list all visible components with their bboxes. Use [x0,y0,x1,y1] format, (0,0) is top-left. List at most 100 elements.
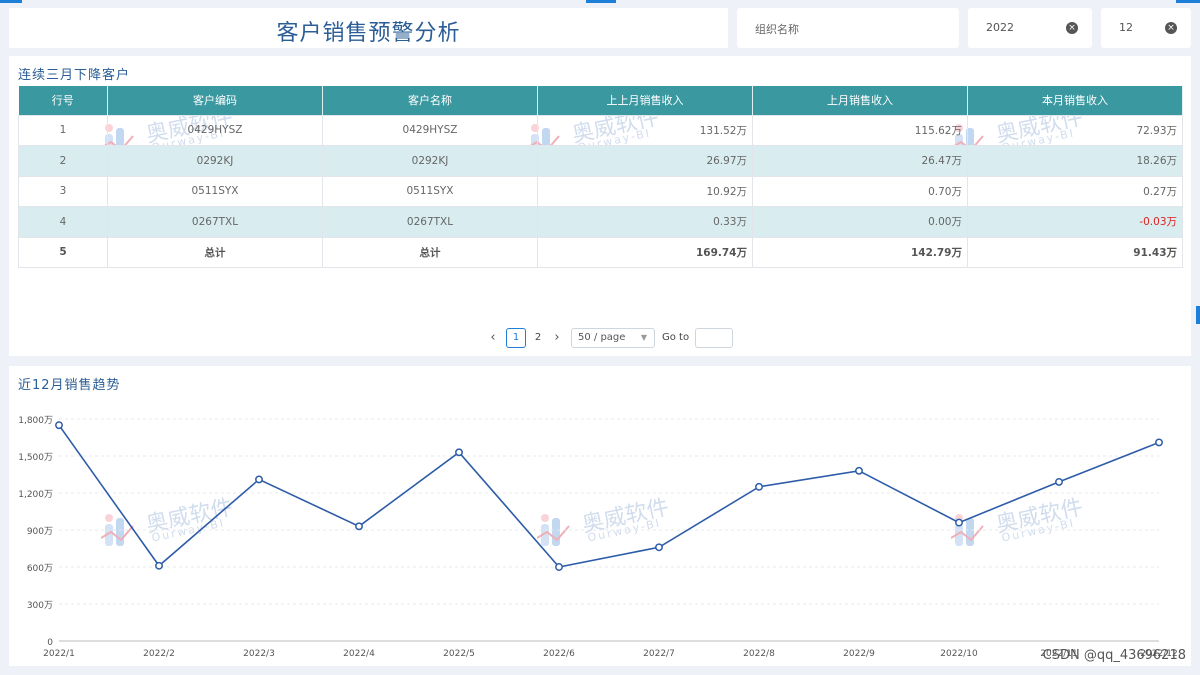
scroll-indicator[interactable] [1196,306,1200,324]
page-1-button[interactable]: 1 [506,328,526,348]
data-point [355,522,363,531]
column-header-revenue-two-months-ago[interactable]: 上上月销售收入 [537,86,753,115]
cell-revenue-last-month: 0.00万 [752,206,968,238]
x-tick-label: 2022/4 [343,649,375,659]
column-header-customer-name[interactable]: 客户名称 [322,86,538,115]
x-tick-label: 2022/9 [843,649,875,659]
data-point [1055,477,1063,486]
data-point [155,561,163,570]
cell-customer-code: 0511SYX [107,175,323,207]
cell-revenue-two-months-ago: 131.52万 [537,114,753,146]
top-accent-center [586,0,616,3]
prev-page-icon[interactable]: ‹ [487,328,499,348]
y-tick-label: 1,200万 [18,490,53,500]
goto-page-input[interactable] [695,328,733,348]
cell-revenue-last-month: 0.70万 [752,175,968,207]
table-section-title: 连续三月下降客户 [18,68,131,83]
cell-customer-name: 总计 [322,236,538,268]
y-tick-label: 900万 [27,527,53,537]
data-point [755,482,763,491]
top-accent-right [1176,0,1200,3]
cell-row-no: 3 [18,175,108,207]
cell-row-no: 2 [18,145,108,177]
cell-revenue-this-month: -0.03万 [967,206,1183,238]
cell-customer-code: 0267TXL [107,206,323,238]
cell-customer-code: 0429HYSZ [107,114,323,146]
column-header-customer-code[interactable]: 客户编码 [107,86,323,115]
y-tick-label: 1,500万 [18,453,53,463]
clear-month-icon[interactable]: × [1165,22,1177,34]
cell-customer-name: 0511SYX [322,175,538,207]
cell-revenue-two-months-ago: 26.97万 [537,145,753,177]
column-header-revenue-this-month[interactable]: 本月销售收入 [967,86,1183,115]
data-point [855,466,863,475]
cell-revenue-last-month: 115.62万 [752,114,968,146]
cell-revenue-this-month: 18.26万 [967,145,1183,177]
table-row[interactable]: 2 0292KJ 0292KJ 26.97万 26.47万 18.26万 [18,145,1183,177]
sales-trend-panel: 近12月销售趋势 奥威软件 Ourway-BI 奥威软件 Ourway-BI 奥… [9,366,1191,666]
x-tick-label: 2022/7 [643,649,675,659]
x-tick-label: 2022/6 [543,649,575,659]
column-header-row-no[interactable]: 行号 [18,86,108,115]
cell-revenue-two-months-ago: 169.74万 [537,236,753,268]
cell-row-no: 1 [18,114,108,146]
data-point [455,448,463,457]
month-select[interactable]: 12 × [1101,8,1191,48]
x-tick-label: 2022/10 [940,649,978,659]
cell-customer-code: 0292KJ [107,145,323,177]
y-tick-label: 300万 [27,601,53,611]
top-accent-left [0,0,22,3]
year-value: 2022 [986,21,1014,34]
cell-revenue-two-months-ago: 0.33万 [537,206,753,238]
org-name-select[interactable]: 组织名称 [737,8,959,48]
y-tick-label: 600万 [27,564,53,574]
cell-customer-code: 总计 [107,236,323,268]
data-point [655,543,663,552]
year-select[interactable]: 2022 × [968,8,1092,48]
cell-revenue-two-months-ago: 10.92万 [537,175,753,207]
cell-customer-name: 0292KJ [322,145,538,177]
x-tick-label: 2022/5 [443,649,475,659]
x-tick-label: 2022/8 [743,649,775,659]
x-tick-label: 2022/3 [243,649,275,659]
data-point [1155,438,1163,447]
cell-row-no: 5 [18,236,108,268]
cell-customer-name: 0429HYSZ [322,114,538,146]
x-tick-label: 2022/2 [143,649,175,659]
table-row[interactable]: 1 0429HYSZ 0429HYSZ 131.52万 115.62万 72.9… [18,114,1183,146]
cell-revenue-this-month: 91.43万 [967,236,1183,268]
column-header-revenue-last-month[interactable]: 上月销售收入 [752,86,968,115]
table-total-row[interactable]: 5 总计 总计 169.74万 142.79万 91.43万 [18,236,1183,268]
cell-revenue-this-month: 0.27万 [967,175,1183,207]
org-name-placeholder: 组织名称 [755,23,799,36]
data-point [555,563,563,571]
clear-year-icon[interactable]: × [1066,22,1078,34]
page-2-button[interactable]: 2 [531,328,545,348]
title-card: 客户销售预警分析 [9,8,728,48]
cell-revenue-this-month: 72.93万 [967,114,1183,146]
customers-table: 行号 客户编码 客户名称 上上月销售收入 上月销售收入 本月销售收入 1 042… [18,86,1183,268]
table-header-row: 行号 客户编码 客户名称 上上月销售收入 上月销售收入 本月销售收入 [18,86,1183,115]
x-tick-label: 2022/1 [43,649,75,659]
month-value: 12 [1119,21,1133,34]
cell-revenue-last-month: 142.79万 [752,236,968,268]
y-tick-label: 1,800万 [18,416,53,426]
page-size-select[interactable]: 50 / page ▼ [571,328,655,348]
series-line [58,424,1160,568]
data-point [955,518,963,527]
cell-customer-name: 0267TXL [322,206,538,238]
chevron-down-icon: ▼ [640,333,647,342]
page-title: 客户销售预警分析 [276,21,461,46]
data-point [55,421,63,430]
data-point [255,475,263,484]
cell-revenue-last-month: 26.47万 [752,145,968,177]
next-page-icon[interactable]: › [551,328,563,348]
cell-row-no: 4 [18,206,108,238]
goto-label: Go to [662,332,690,343]
table-row[interactable]: 3 0511SYX 0511SYX 10.92万 0.70万 0.27万 [18,175,1183,207]
page-size-value: 50 / page [578,332,626,343]
y-tick-label: 0 [47,638,53,648]
sales-trend-chart: 0 300万 600万 900万 1,200万 1,500万 1,800万 2022/1 202… [18,416,1177,659]
table-row[interactable]: 4 0267TXL 0267TXL 0.33万 0.00万 -0.03万 [18,206,1183,238]
credit-text: CSDN @qq_43696218 [1042,648,1186,663]
